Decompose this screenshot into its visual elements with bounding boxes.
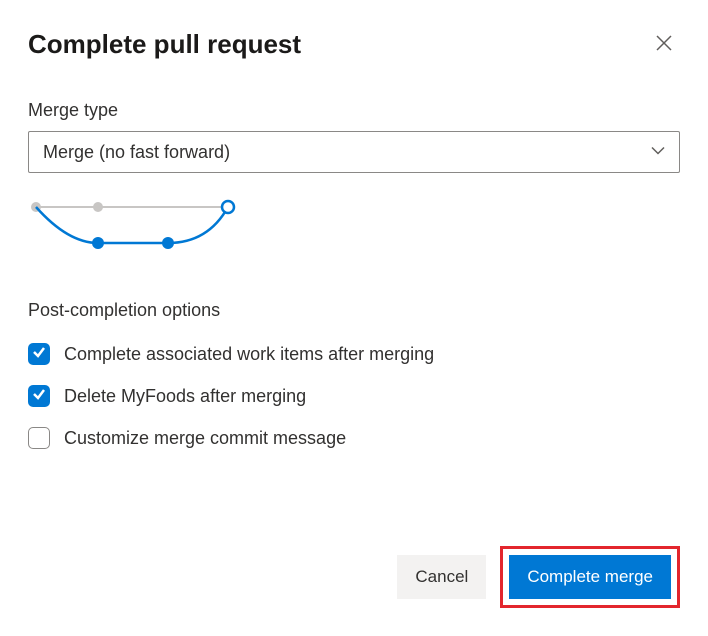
- complete-merge-highlight: Complete merge: [500, 546, 680, 608]
- close-icon: [656, 35, 672, 54]
- options-list: Complete associated work items after mer…: [28, 343, 680, 449]
- checkbox[interactable]: [28, 385, 50, 407]
- option-row[interactable]: Customize merge commit message: [28, 427, 680, 449]
- merge-type-selected-value: Merge (no fast forward): [43, 142, 230, 163]
- complete-merge-button[interactable]: Complete merge: [509, 555, 671, 599]
- post-completion-label: Post-completion options: [28, 300, 680, 321]
- checkbox[interactable]: [28, 343, 50, 365]
- cancel-button[interactable]: Cancel: [397, 555, 486, 599]
- merge-type-label: Merge type: [28, 100, 680, 121]
- dialog-title: Complete pull request: [28, 29, 301, 60]
- dialog-header: Complete pull request: [28, 28, 680, 60]
- chevron-down-icon: [651, 142, 665, 163]
- option-row[interactable]: Complete associated work items after mer…: [28, 343, 680, 365]
- check-icon: [32, 387, 46, 406]
- option-label: Delete MyFoods after merging: [64, 386, 306, 407]
- option-label: Customize merge commit message: [64, 428, 346, 449]
- option-row[interactable]: Delete MyFoods after merging: [28, 385, 680, 407]
- close-button[interactable]: [648, 28, 680, 60]
- option-label: Complete associated work items after mer…: [64, 344, 434, 365]
- merge-diagram: [28, 195, 238, 260]
- checkbox[interactable]: [28, 427, 50, 449]
- merge-type-select[interactable]: Merge (no fast forward): [28, 131, 680, 173]
- dialog-footer: Cancel Complete merge: [397, 546, 680, 608]
- check-icon: [32, 345, 46, 364]
